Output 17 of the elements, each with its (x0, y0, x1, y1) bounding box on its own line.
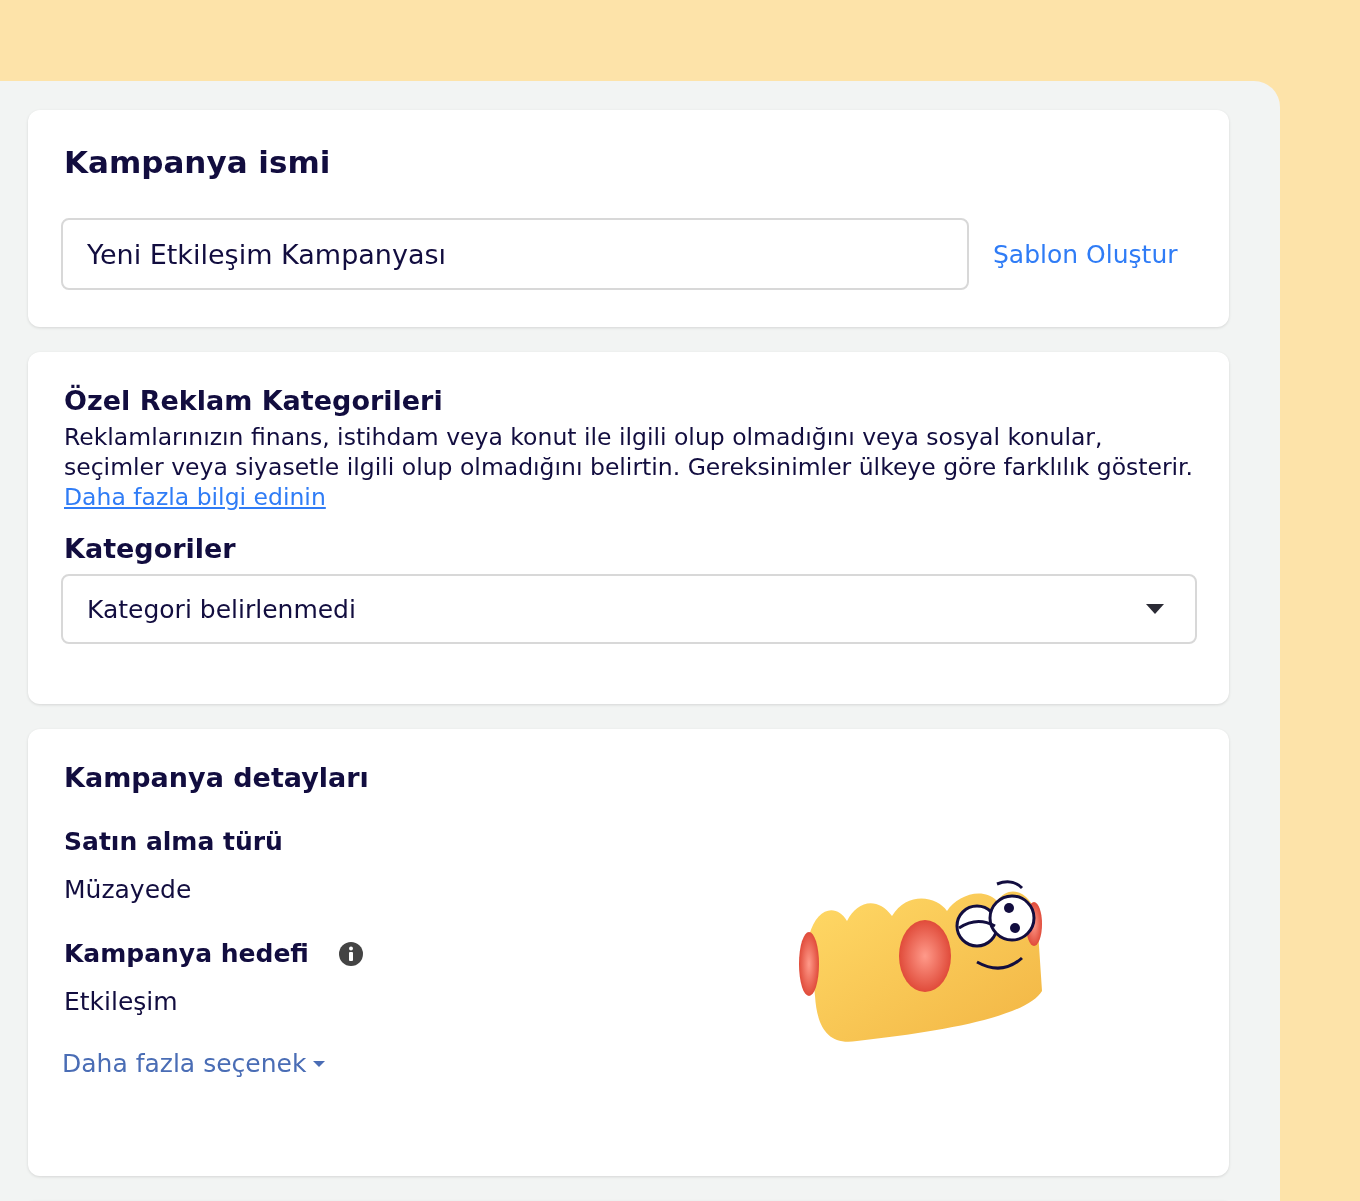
field-value: Müzayede (64, 874, 193, 906)
learn-more-link[interactable]: Daha fazla bilgi edinin (64, 483, 326, 511)
info-icon[interactable] (338, 942, 363, 966)
field-label: Satın alma türü (64, 826, 283, 858)
more-options-link[interactable]: Daha fazla seçenek (62, 1049, 327, 1078)
campaign-name-field[interactable]: Yeni Etkileşim Kampanyası (61, 218, 969, 290)
section-title: Kampanya ismi (64, 144, 332, 180)
field-label: Kampanya hedefi (64, 938, 309, 970)
caret-icon (312, 1059, 327, 1068)
create-template-link[interactable]: Şablon Oluştur (993, 239, 1178, 269)
category-dropdown[interactable]: Kategori belirlenmedi (61, 574, 1197, 644)
description-text: Reklamlarınızın finans, istihdam veya konut ile ilgili olup olmadığını veya sosyal konular, seçimler veya siyasetle ilgili olup olmadığını belirtin. Gereksinimler ülkeye göre farklılık gösterir. Daha fazla bilgi edinin (64, 422, 1195, 512)
field-value: Etkileşim (64, 986, 179, 1018)
section-title: Özel Reklam Kategorileri (64, 383, 444, 418)
field-label: Kategoriler (64, 532, 237, 566)
caret-icon (1145, 603, 1165, 615)
section-title: Kampanya detayları (64, 761, 370, 795)
